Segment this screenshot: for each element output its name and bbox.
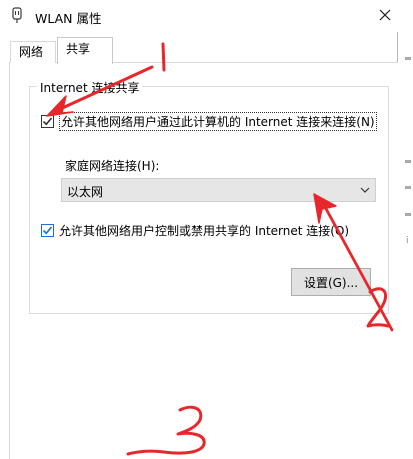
wlan-properties-dialog: WLAN 属性 网络 共享 Internet 连接共享 允许其他网络用户通过此计… xyxy=(0,0,398,459)
chevron-down-icon xyxy=(360,187,370,193)
allow-control-checkbox[interactable] xyxy=(41,224,54,237)
allow-sharing-checkbox-row[interactable]: 允许其他网络用户通过此计算机的 Internet 连接来连接(N) xyxy=(41,112,377,131)
tab-sharing[interactable]: 共享 xyxy=(57,37,113,64)
close-button[interactable] xyxy=(372,2,398,28)
background-window-edge xyxy=(405,186,411,189)
background-window-edge xyxy=(405,57,411,60)
home-network-label: 家庭网络连接(H): xyxy=(65,159,160,173)
checkmark-icon xyxy=(42,117,53,126)
tab-networking[interactable]: 网络 xyxy=(10,41,56,63)
checkmark-icon xyxy=(42,226,53,235)
home-network-select[interactable]: 以太网 xyxy=(61,178,376,202)
background-window-text: i xyxy=(406,236,409,246)
network-adapter-icon xyxy=(12,7,22,23)
window-title: WLAN 属性 xyxy=(35,11,102,26)
allow-control-checkbox-row[interactable]: 允许其他网络用户控制或禁用共享的 Internet 连接(O) xyxy=(41,222,349,239)
settings-button[interactable]: 设置(G)... xyxy=(291,268,371,296)
close-icon xyxy=(379,9,391,21)
title-bar: WLAN 属性 xyxy=(0,0,398,32)
tab-strip: 网络 共享 xyxy=(6,37,398,64)
allow-control-label: 允许其他网络用户控制或禁用共享的 Internet 连接(O) xyxy=(59,224,350,238)
allow-sharing-label: 允许其他网络用户通过此计算机的 Internet 连接来连接(N) xyxy=(59,112,377,131)
allow-sharing-checkbox[interactable] xyxy=(41,115,54,128)
background-window-edge xyxy=(405,213,411,216)
home-network-selected-value: 以太网 xyxy=(67,185,104,199)
background-window-edge xyxy=(405,160,411,163)
ics-group-legend: Internet 连接共享 xyxy=(37,79,143,96)
